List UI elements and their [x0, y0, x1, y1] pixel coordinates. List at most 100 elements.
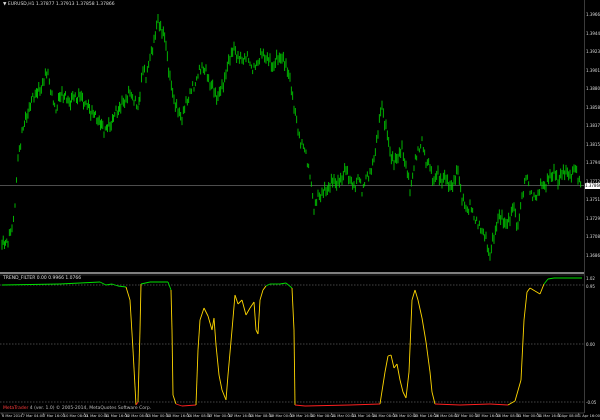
indicator-lines [1, 277, 582, 407]
time-axis-label: 1 Apr 08:00 [558, 414, 580, 418]
indicator-segment [547, 277, 555, 280]
indicator-segment [425, 341, 431, 373]
indicator-segment [170, 289, 173, 331]
indicator-segment [257, 299, 261, 335]
indicator-segment [181, 404, 197, 407]
indicator-segment [539, 283, 545, 295]
indicator-segment [408, 299, 413, 373]
price-axis-label: 1.39445 [586, 30, 600, 36]
indicator-segment [520, 319, 525, 381]
indicator-segment [241, 299, 247, 316]
indicator-segment [175, 403, 183, 407]
indicator-segment [399, 379, 404, 393]
indicator-segment [411, 289, 416, 301]
indicator-segment [293, 329, 296, 406]
indicator-segment [390, 354, 395, 369]
price-axis-label: 1.36865 [586, 252, 600, 258]
indicator-segment [207, 315, 213, 331]
indicator-segment [294, 404, 306, 407]
indicator-segment [384, 355, 389, 373]
indicator-segment [507, 400, 516, 406]
indicator-segment [405, 371, 410, 399]
current-price-label: 1.37866 [585, 182, 600, 189]
indicator-segment [253, 301, 257, 331]
indicator-segment [526, 287, 531, 293]
indicator-segment [417, 299, 423, 319]
chart-title: ▼ EURUSD,H1 1.37877 1.37913 1.37858 1.37… [3, 2, 115, 7]
time-axis-label: 1 Apr 16:00 [578, 414, 600, 418]
metatrader-brand: MetaTrader [3, 406, 29, 411]
indicator-segment [117, 285, 127, 288]
indicator-segment [459, 403, 491, 406]
indicator-segment [213, 317, 217, 346]
indicator-segment [172, 394, 177, 405]
indicator-segment [249, 301, 255, 309]
indicator-segment [387, 354, 392, 357]
indicator-segment [379, 371, 386, 405]
indicator-segment [195, 349, 199, 406]
time-axis-label: 7 Mar 04:00 [22, 414, 45, 418]
time-axis-label: 7 Mar 16:00 [43, 414, 65, 418]
indicator-segment [199, 307, 205, 321]
indicator-segment [203, 307, 209, 317]
price-axis-label: 1.38585 [586, 104, 600, 110]
indicator-segment [414, 289, 419, 301]
indicator-axis-label: 1.02 [586, 276, 595, 281]
indicator-segment [434, 403, 461, 406]
indicator-segment [421, 317, 427, 343]
indicator-segment [59, 281, 101, 285]
trading-terminal[interactable]: ▼ EURUSD,H1 1.37877 1.37913 1.37858 1.37… [0, 0, 600, 420]
indicator-segment [231, 294, 236, 331]
price-candles [1, 14, 582, 261]
indicator-segment [234, 294, 239, 305]
indicator-segment [393, 363, 398, 369]
indicator-segment [167, 281, 172, 291]
indicator-segment [304, 404, 351, 407]
indicator-segment [137, 329, 141, 403]
indicator-segment [489, 403, 509, 406]
price-axis-label: 1.37295 [586, 215, 600, 221]
indicator-segment [245, 307, 251, 316]
indicator-segment [291, 287, 295, 331]
price-axis-label: 1.39660 [586, 12, 600, 17]
indicator-segment [529, 287, 536, 292]
indicator-segment [99, 281, 107, 286]
indicator-title: TREND_FILTER 0.00 0.9966 1.0766 [3, 276, 82, 281]
indicator-segment [523, 291, 528, 321]
price-chart[interactable] [0, 0, 600, 420]
indicator-segment [402, 391, 407, 399]
indicator-segment [279, 282, 287, 285]
copyright-notice: 4 (ver. 1.0) © 2005-2014, MetaQuotes Sof… [28, 406, 152, 411]
indicator-segment [225, 374, 229, 401]
price-axis-label: 1.38800 [586, 86, 600, 91]
indicator-segment [197, 319, 201, 351]
indicator-segment [215, 344, 220, 376]
price-axis-label: 1.37940 [586, 160, 600, 165]
price-axis-label: 1.37080 [586, 234, 600, 239]
indicator-segment [221, 389, 227, 401]
indicator-axis-label: 0.95 [586, 284, 595, 289]
copyright-text: MetaTrader 4 (ver. 1.0) © 2005-2014, Met… [3, 406, 151, 411]
indicator-segment [227, 329, 233, 376]
price-axis-label: 1.38370 [586, 123, 600, 128]
indicator-segment [429, 371, 433, 393]
indicator-segment [285, 282, 293, 289]
time-axis-label: 6 Mar 2014 [2, 414, 23, 418]
indicator-segment [534, 290, 541, 295]
indicator-segment [129, 299, 134, 351]
indicator-segment [349, 403, 381, 406]
indicator-segment [125, 286, 131, 301]
price-axis-label: 1.39230 [586, 49, 600, 54]
indicator-segment [218, 374, 223, 391]
indicator-segment [262, 285, 267, 291]
price-axis-label: 1.38155 [586, 141, 600, 147]
indicator-segment [139, 283, 142, 331]
price-axis-label: 1.37510 [586, 197, 600, 202]
indicator-segment [396, 363, 401, 381]
indicator-segment [237, 299, 243, 305]
indicator-axis-label: -0.05 [586, 400, 597, 405]
indicator-segment [265, 283, 271, 287]
price-axis-label: 1.39015 [586, 67, 600, 73]
indicator-segment [171, 329, 174, 396]
indicator-segment [140, 281, 151, 285]
